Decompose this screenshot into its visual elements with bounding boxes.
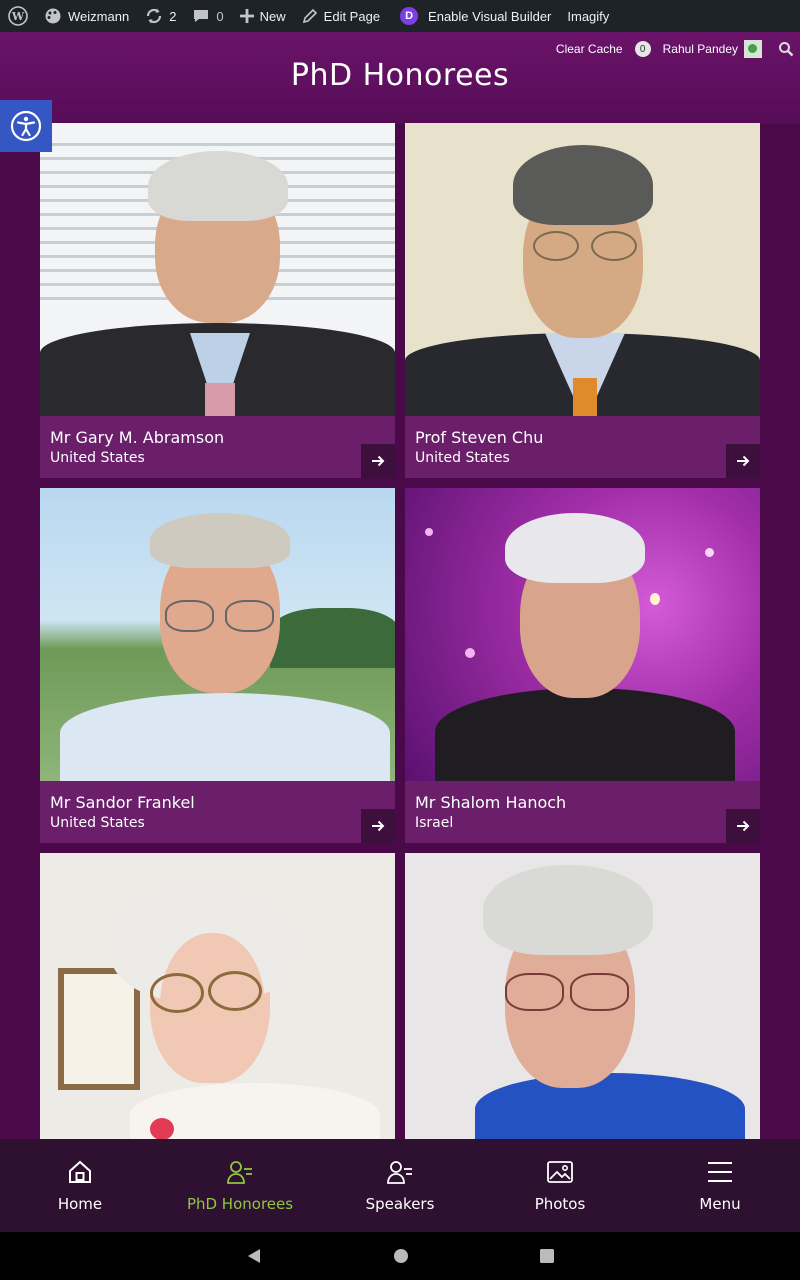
honoree-photo <box>405 853 760 1139</box>
imagify-item[interactable]: Imagify <box>559 0 617 32</box>
visual-builder-item[interactable]: D Enable Visual Builder <box>388 0 559 32</box>
accessibility-icon <box>10 110 42 142</box>
honoree-info: Mr Gary M. Abramson United States <box>40 416 395 478</box>
new-item[interactable]: New <box>232 0 294 32</box>
nav-phd-honorees-label: PhD Honorees <box>186 1194 294 1213</box>
arrow-right-icon <box>737 455 750 467</box>
honoree-name: Mr Sandor Frankel <box>50 793 195 812</box>
cache-count-badge-wrap: 0 <box>634 41 651 57</box>
nav-menu[interactable]: Menu <box>640 1159 800 1213</box>
wordpress-icon: W <box>8 6 28 26</box>
honoree-card[interactable] <box>40 853 395 1139</box>
pencil-icon <box>302 8 317 24</box>
user-name: Rahul Pandey <box>662 42 738 56</box>
honoree-country: United States <box>50 815 145 831</box>
nav-photos[interactable]: Photos <box>480 1159 640 1213</box>
honoree-card[interactable]: Mr Sandor Frankel United States <box>40 488 395 843</box>
honoree-photo <box>405 488 760 781</box>
system-navigation-bar <box>0 1232 800 1280</box>
arrow-right-icon <box>372 820 385 832</box>
bottom-navigation: Home PhD Honorees Speakers Photos Menu <box>0 1139 800 1232</box>
site-name: Weizmann <box>68 8 130 24</box>
divi-icon: D <box>400 7 419 25</box>
updates-item[interactable]: 2 <box>137 0 184 32</box>
honoree-card[interactable]: Mr Gary M. Abramson United States <box>40 123 395 478</box>
edit-page-item[interactable]: Edit Page <box>294 0 388 32</box>
honoree-card[interactable]: Prof Steven Chu United States <box>405 123 760 478</box>
comments-count: 0 <box>216 8 224 24</box>
honoree-country: United States <box>50 450 145 466</box>
honoree-info: Prof Steven Chu United States <box>405 416 760 478</box>
nav-speakers-label: Speakers <box>365 1194 435 1213</box>
hamburger-icon <box>708 1161 732 1182</box>
comment-icon <box>194 10 209 22</box>
edit-page-label: Edit Page <box>323 8 381 24</box>
nav-home[interactable]: Home <box>0 1159 160 1213</box>
honoree-name: Prof Steven Chu <box>415 428 544 447</box>
recents-icon[interactable] <box>539 1248 555 1264</box>
honoree-photo <box>40 853 395 1139</box>
clear-cache-link[interactable]: Clear Cache <box>556 42 623 56</box>
honoree-country: Israel <box>415 815 454 831</box>
accessibility-button[interactable] <box>0 100 52 152</box>
photos-icon <box>547 1160 573 1183</box>
honoree-card[interactable] <box>405 853 760 1139</box>
new-label: New <box>259 8 286 24</box>
imagify-label: Imagify <box>567 8 610 24</box>
honoree-card[interactable]: Mr Shalom Hanoch Israel <box>405 488 760 843</box>
home-circle-icon[interactable] <box>393 1248 409 1264</box>
honoree-photo <box>40 123 395 416</box>
nav-home-label: Home <box>57 1194 103 1213</box>
wp-admin-bar: W Weizmann 2 0 New Edit Page D Enable Vi… <box>0 0 800 32</box>
site-header: Clear Cache 0 Rahul Pandey PhD Honorees <box>0 32 800 124</box>
person-list-icon <box>227 1160 252 1184</box>
avatar <box>744 40 762 58</box>
comments-item[interactable]: 0 <box>184 0 231 32</box>
honoree-info: Mr Shalom Hanoch Israel <box>405 781 760 843</box>
person-list-icon <box>387 1160 412 1184</box>
honoree-info: Mr Sandor Frankel United States <box>40 781 395 843</box>
visual-builder-label: Enable Visual Builder <box>428 8 552 24</box>
page-title: PhD Honorees <box>290 58 510 93</box>
honorees-grid: Mr Gary M. Abramson United States Prof S… <box>40 123 760 1139</box>
user-account[interactable]: Rahul Pandey <box>663 40 762 58</box>
honoree-country: United States <box>415 450 510 466</box>
nav-speakers[interactable]: Speakers <box>320 1159 480 1213</box>
nav-photos-label: Photos <box>534 1194 586 1213</box>
home-icon <box>69 1160 91 1183</box>
view-honoree-button[interactable] <box>726 444 760 478</box>
view-honoree-button[interactable] <box>361 809 395 843</box>
palette-icon <box>45 8 61 24</box>
refresh-icon <box>147 8 162 24</box>
honoree-photo <box>40 488 395 781</box>
back-icon[interactable] <box>245 1247 263 1265</box>
view-honoree-button[interactable] <box>726 809 760 843</box>
wp-logo-item[interactable]: W <box>0 0 36 32</box>
nav-phd-honorees[interactable]: PhD Honorees <box>160 1159 320 1213</box>
honoree-name: Mr Shalom Hanoch <box>415 793 567 812</box>
header-tools: Clear Cache 0 Rahul Pandey <box>544 40 794 58</box>
cache-count-badge: 0 <box>634 41 651 57</box>
svg-text:W: W <box>11 10 25 23</box>
search-icon <box>779 42 794 57</box>
search-button[interactable] <box>778 41 794 57</box>
honoree-photo <box>405 123 760 416</box>
updates-count: 2 <box>169 8 177 24</box>
plus-icon <box>239 9 254 23</box>
arrow-right-icon <box>737 820 750 832</box>
arrow-right-icon <box>372 455 385 467</box>
site-name-item[interactable]: Weizmann <box>36 0 137 32</box>
view-honoree-button[interactable] <box>361 444 395 478</box>
honoree-name: Mr Gary M. Abramson <box>50 428 225 447</box>
nav-menu-label: Menu <box>699 1194 741 1213</box>
